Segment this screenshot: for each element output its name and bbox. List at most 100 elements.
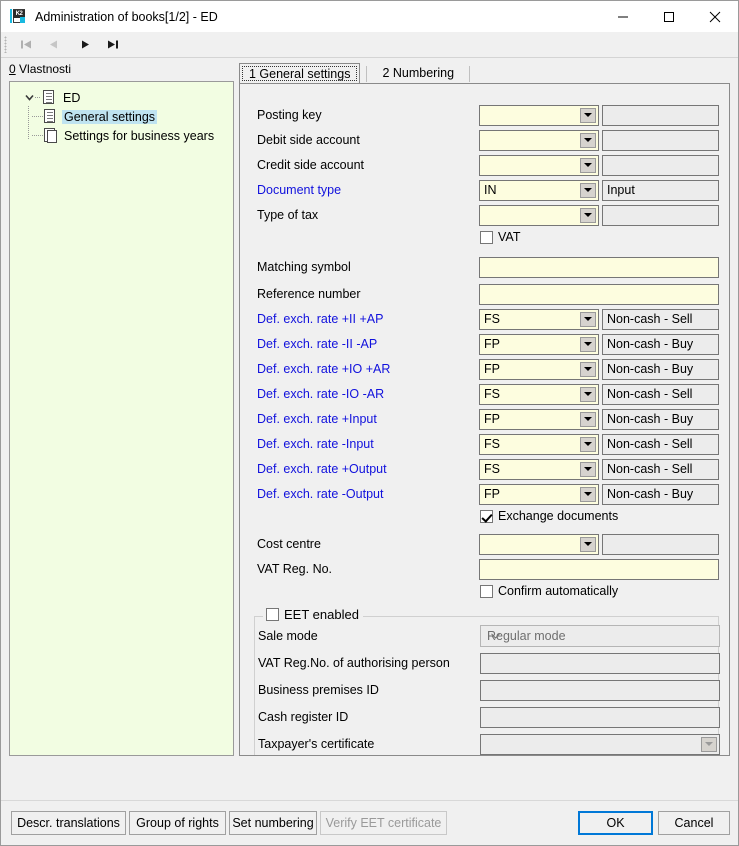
checkbox-box[interactable]: [480, 584, 493, 598]
field-row-cost-centre: Cost centre: [240, 533, 729, 555]
field-row-sale-mode: Sale mode Regular mode: [255, 625, 720, 647]
credit-side-account-combo[interactable]: [479, 154, 599, 176]
cost-centre-combo[interactable]: [479, 533, 599, 555]
field-label[interactable]: Def. exch. rate +Input: [257, 412, 377, 426]
field-label[interactable]: Def. exch. rate -IO -AR: [257, 387, 384, 401]
debit-side-account-combo[interactable]: [479, 129, 599, 151]
field-label: Debit side account: [257, 133, 360, 147]
record-navigation-toolbar: [1, 32, 738, 58]
vat-checkbox[interactable]: VAT: [480, 230, 520, 244]
window-controls: [600, 1, 738, 32]
posting-key-combo[interactable]: [479, 104, 599, 126]
chevron-down-icon[interactable]: [580, 461, 596, 477]
business-premises-id-input[interactable]: [480, 679, 720, 701]
vat-reg-no-input[interactable]: [479, 558, 719, 580]
eet-enabled-checkbox[interactable]: EET enabled: [263, 607, 362, 622]
field-label: Posting key: [257, 108, 322, 122]
field-row-vat-reg-no: VAT Reg. No.: [240, 558, 729, 580]
document-type-description: Input: [602, 179, 719, 201]
field-row-credit-side-account: Credit side account: [240, 154, 729, 176]
tree-view[interactable]: ED General settings Settings for busines…: [9, 81, 234, 756]
tree-root-node[interactable]: ED: [14, 88, 229, 107]
ok-button[interactable]: OK: [578, 811, 653, 835]
document-icon: [44, 109, 57, 124]
field-row-taxpayers-certificate: Taxpayer's certificate: [255, 733, 720, 755]
def-exch-rate-combo[interactable]: FP: [479, 358, 599, 380]
def-exch-rate-combo[interactable]: FP: [479, 408, 599, 430]
credit-side-account-description: [602, 154, 719, 176]
chevron-down-icon[interactable]: [580, 182, 596, 198]
sidebar-item-general-settings[interactable]: General settings: [14, 107, 229, 126]
def-exch-rate-combo[interactable]: FP: [479, 333, 599, 355]
checkbox-box[interactable]: [480, 230, 493, 244]
field-row-debit-side-account: Debit side account: [240, 129, 729, 151]
def-exch-rate-description: Non-cash - Buy: [602, 358, 719, 380]
vat-reg-no-authorising-person-input[interactable]: [480, 652, 720, 674]
def-exch-rate-combo[interactable]: FS: [479, 383, 599, 405]
sidebar-item-settings-for-business-years[interactable]: Settings for business years: [14, 126, 229, 145]
chevron-down-icon[interactable]: [580, 311, 596, 327]
field-label[interactable]: Def. exch. rate +IO +AR: [257, 362, 390, 376]
tree-root-label: ED: [63, 90, 81, 105]
field-label[interactable]: Def. exch. rate -II -AP: [257, 337, 377, 351]
def-exch-rate-combo[interactable]: FS: [479, 308, 599, 330]
exchange-documents-checkbox[interactable]: Exchange documents: [480, 509, 618, 523]
chevron-down-icon[interactable]: [580, 386, 596, 402]
general-settings-panel: Posting key Debit side account Credit si…: [239, 83, 730, 756]
first-record-button[interactable]: [14, 34, 38, 56]
document-type-combo[interactable]: IN: [479, 179, 599, 201]
checkbox-box[interactable]: [266, 608, 279, 621]
cancel-button[interactable]: Cancel: [658, 811, 730, 835]
def-exch-rate-description: Non-cash - Sell: [602, 383, 719, 405]
chevron-down-icon[interactable]: [580, 436, 596, 452]
def-exch-rate-combo[interactable]: FP: [479, 483, 599, 505]
chevron-down-icon[interactable]: [24, 92, 35, 103]
matching-symbol-input[interactable]: [479, 256, 719, 278]
field-label[interactable]: Document type: [257, 183, 341, 197]
chevron-down-icon[interactable]: [580, 361, 596, 377]
descr-translations-button[interactable]: Descr. translations: [11, 811, 126, 835]
type-of-tax-combo[interactable]: [479, 204, 599, 226]
chevron-down-icon[interactable]: [580, 486, 596, 502]
maximize-button[interactable]: [646, 1, 692, 32]
chevron-down-icon[interactable]: [580, 132, 596, 148]
chevron-down-icon[interactable]: [580, 411, 596, 427]
cost-centre-description: [602, 533, 719, 555]
checkbox-label: EET enabled: [284, 607, 359, 622]
field-row-vat-reg-no-authorising-person: VAT Reg.No. of authorising person: [255, 652, 720, 674]
toolbar-grip[interactable]: [4, 36, 7, 53]
previous-record-button[interactable]: [41, 34, 65, 56]
tab-general-settings[interactable]: 1 General settings: [239, 63, 361, 84]
group-of-rights-button[interactable]: Group of rights: [129, 811, 226, 835]
def-exch-rate-combo[interactable]: FS: [479, 433, 599, 455]
chevron-down-icon[interactable]: [580, 107, 596, 123]
chevron-down-icon[interactable]: [580, 536, 596, 552]
set-numbering-button[interactable]: Set numbering: [229, 811, 317, 835]
def-exch-rate-combo[interactable]: FS: [479, 458, 599, 480]
field-row-posting-key: Posting key: [240, 104, 729, 126]
field-label[interactable]: Def. exch. rate +Output: [257, 462, 387, 476]
chevron-down-icon[interactable]: [580, 336, 596, 352]
tab-numbering[interactable]: 2 Numbering: [373, 63, 464, 84]
reference-number-input[interactable]: [479, 283, 719, 305]
taxpayers-certificate-combo[interactable]: [480, 733, 720, 755]
chevron-down-icon: [491, 633, 500, 639]
chevron-down-icon[interactable]: [701, 736, 717, 752]
confirm-automatically-checkbox[interactable]: Confirm automatically: [480, 584, 618, 598]
close-icon[interactable]: [692, 1, 738, 32]
minimize-button[interactable]: [600, 1, 646, 32]
field-label[interactable]: Def. exch. rate -Input: [257, 437, 374, 451]
chevron-down-icon[interactable]: [580, 157, 596, 173]
field-label[interactable]: Def. exch. rate +II +AP: [257, 312, 383, 326]
content-area: 1 General settings 2 Numbering Posting k…: [239, 62, 730, 756]
checkbox-box[interactable]: [480, 509, 493, 523]
field-row-def-exch-rate-minus-io-ar: Def. exch. rate -IO -AR FS Non-cash - Se…: [240, 383, 729, 405]
field-label[interactable]: Def. exch. rate -Output: [257, 487, 383, 501]
sidebar-item-label: Settings for business years: [64, 128, 215, 143]
next-record-button[interactable]: [73, 34, 97, 56]
chevron-down-icon[interactable]: [580, 207, 596, 223]
cash-register-id-input[interactable]: [480, 706, 720, 728]
field-label: Cash register ID: [258, 710, 349, 724]
last-record-button[interactable]: [100, 34, 124, 56]
sale-mode-select[interactable]: Regular mode: [480, 625, 720, 647]
